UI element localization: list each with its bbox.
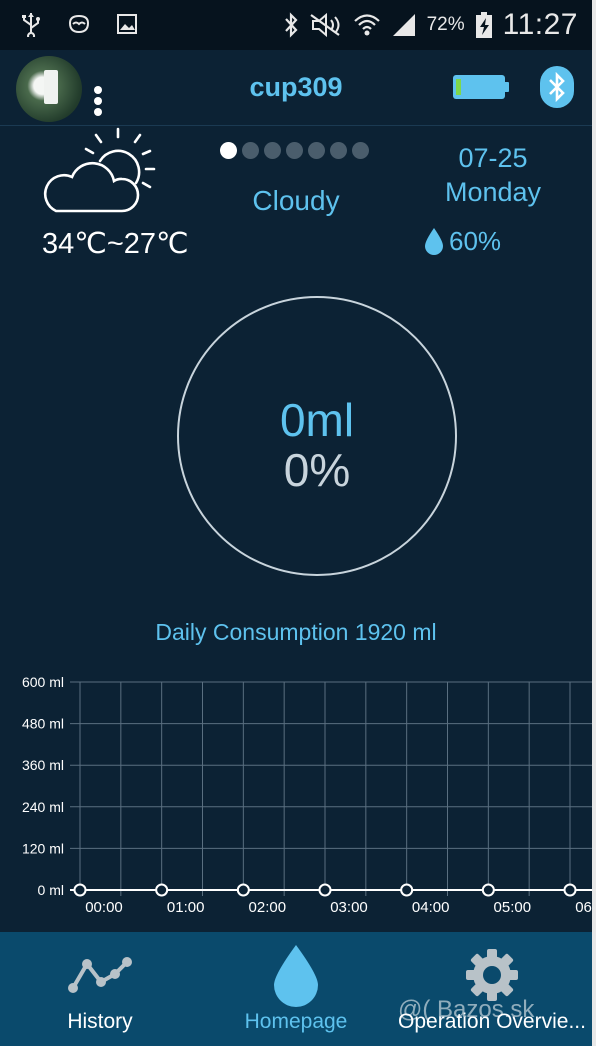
pager-dot[interactable]: [308, 142, 325, 159]
data-point: [400, 883, 414, 897]
data-point: [563, 883, 577, 897]
battery-charging-icon: [475, 11, 493, 39]
daily-consumption: Daily Consumption 1920 ml: [155, 619, 437, 645]
x-tick-label: 04:00: [412, 899, 450, 916]
y-tick-label: 120 ml: [22, 840, 64, 856]
app-header: cup309: [0, 50, 592, 126]
wifi-icon: [353, 12, 381, 38]
usb-icon: [18, 10, 44, 38]
watermark: @( Bazos.sk: [398, 996, 535, 1023]
temperature-range: 34℃~27℃: [42, 228, 189, 260]
weekday: Monday: [444, 177, 542, 207]
water-drop-icon: [425, 227, 443, 255]
bluetooth-icon: [283, 12, 299, 38]
nav-history-label: History: [67, 1010, 133, 1033]
pager-dot-active[interactable]: [220, 142, 237, 159]
data-point: [481, 883, 495, 897]
gear-icon: [466, 949, 518, 1001]
y-tick-label: 240 ml: [22, 799, 64, 815]
y-tick-label: 0 ml: [38, 882, 64, 898]
bluetooth-icon: [549, 72, 565, 102]
pager-dot[interactable]: [264, 142, 281, 159]
clock: 11:27: [502, 8, 578, 41]
nav-operation-overview[interactable]: Operation Overvie...: [392, 932, 592, 1046]
pager-dot[interactable]: [352, 142, 369, 159]
data-point: [318, 883, 332, 897]
pager-dot[interactable]: [286, 142, 303, 159]
cup-battery-icon: [453, 75, 509, 99]
cat-notification-icon: [66, 10, 92, 38]
x-tick-label: 06:00: [575, 899, 592, 916]
cloud-sun-icon: [38, 125, 160, 217]
bluetooth-button[interactable]: [540, 66, 574, 108]
humidity: 60%: [423, 226, 501, 257]
gallery-icon: [114, 10, 140, 38]
y-tick-label: 360 ml: [22, 757, 64, 773]
x-tick-label: 05:00: [494, 899, 532, 916]
y-tick-label: 480 ml: [22, 716, 64, 732]
pager-dot[interactable]: [242, 142, 259, 159]
bottom-navigation: History Homepage Operation Overvie...: [0, 932, 592, 1046]
page-margin: [592, 0, 596, 1046]
consumption-chart-svg: 600 ml 480 ml 360 ml 240 ml 120 ml 0 ml 00:00 0…: [22, 674, 592, 916]
x-tick-label: 00:00: [85, 899, 123, 916]
data-point: [155, 883, 169, 897]
nav-history[interactable]: History: [30, 932, 170, 1046]
x-tick-label: 01:00: [167, 899, 205, 916]
x-tick-label: 02:00: [249, 899, 287, 916]
signal-icon: [391, 12, 417, 38]
water-drop-icon: [274, 945, 318, 1007]
status-bar: 72% 11:27: [0, 0, 592, 50]
line-chart-icon: [68, 957, 132, 993]
humidity-value: 60%: [449, 226, 502, 256]
intake-percent: 0%: [283, 444, 351, 496]
y-tick-label: 600 ml: [22, 674, 64, 690]
data-point: [73, 883, 87, 897]
x-tick-label: 03:00: [330, 899, 368, 916]
weather-pager[interactable]: [220, 142, 369, 159]
nav-homepage[interactable]: Homepage: [220, 932, 372, 1046]
weather-condition: Cloudy: [252, 185, 340, 216]
nav-homepage-label: Homepage: [244, 1010, 348, 1033]
intake-volume: 0ml: [279, 394, 355, 446]
date: 07-25: [458, 143, 528, 173]
consumption-chart: 600 ml 480 ml 360 ml 240 ml 120 ml 0 ml 00:00 0…: [0, 662, 592, 930]
app-screen: 72% 11:27 cup309 34℃~27℃ Cloudy 07-25 Mo…: [0, 0, 592, 1046]
pager-dot[interactable]: [330, 142, 347, 159]
battery-percent: 72%: [426, 14, 465, 35]
data-point: [236, 883, 250, 897]
mute-icon: [309, 12, 343, 38]
